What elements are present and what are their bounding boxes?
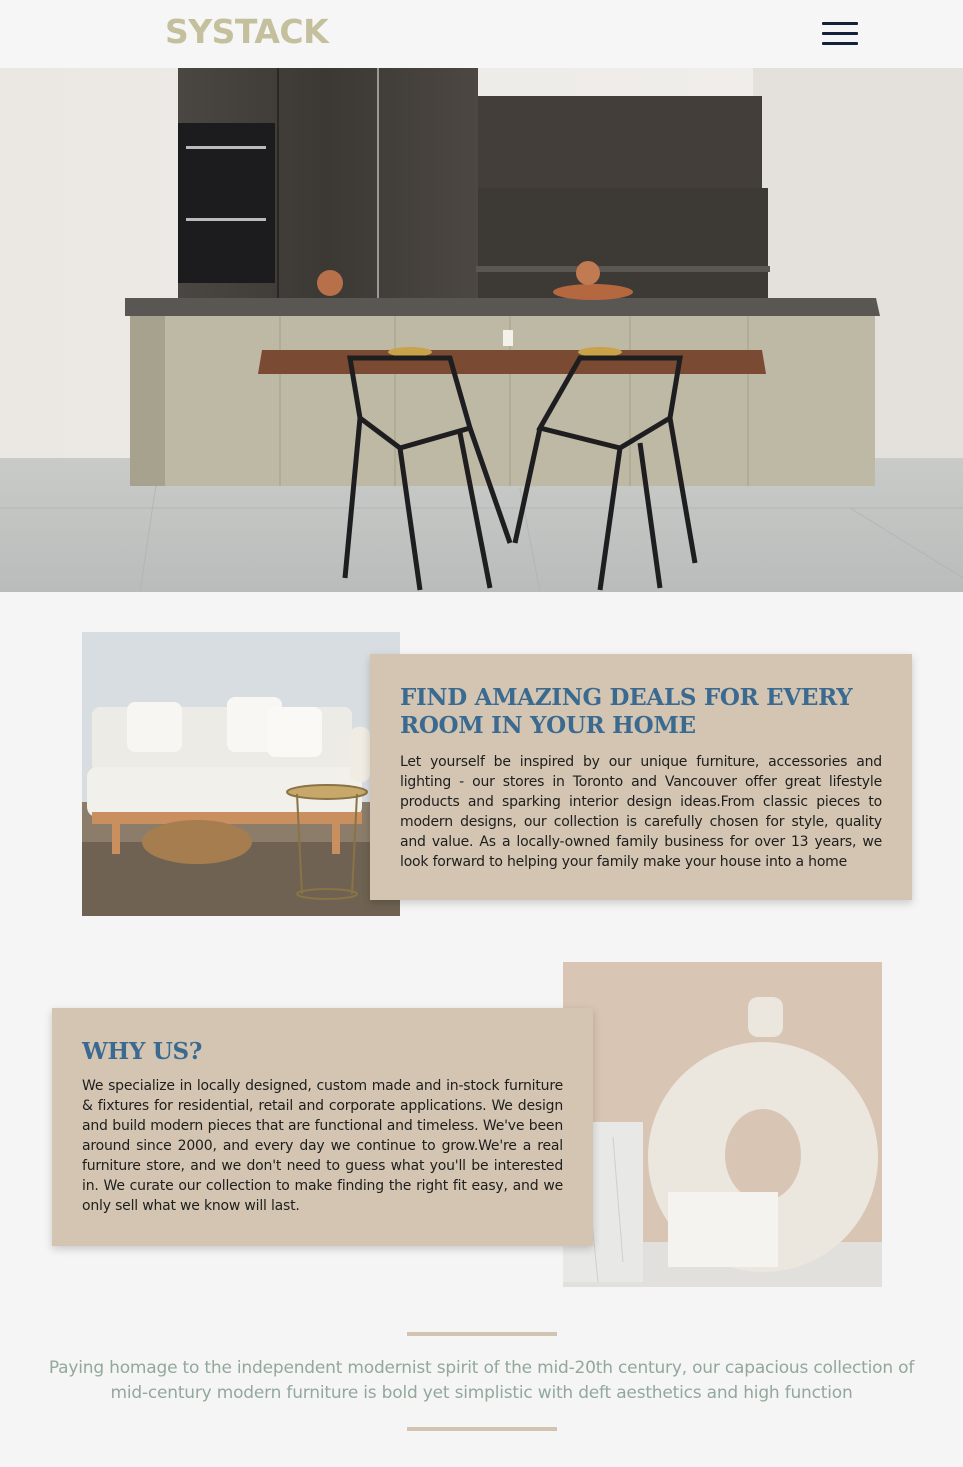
- divider-bottom: [407, 1427, 557, 1431]
- why-us-card: WHY US? We specialize in locally designe…: [52, 1008, 593, 1246]
- logo[interactable]: SYSTACK: [165, 12, 329, 52]
- deals-text: Let yourself be inspired by our unique f…: [400, 754, 882, 870]
- divider-top: [407, 1332, 557, 1336]
- hamburger-bar: [822, 42, 858, 45]
- site-header: SYSTACK: [0, 0, 963, 68]
- hamburger-bar: [822, 22, 858, 25]
- brand-quote: Paying homage to the independent moderni…: [48, 1358, 915, 1403]
- donut-vase-image: [563, 962, 882, 1287]
- deals-card: FIND AMAZING DEALS FOR EVERY ROOM IN YOU…: [370, 654, 912, 900]
- hamburger-menu-icon[interactable]: [822, 22, 858, 46]
- deals-title: FIND AMAZING DEALS FOR EVERY ROOM IN YOU…: [400, 684, 853, 739]
- why-us-title: WHY US?: [82, 1038, 203, 1065]
- why-us-text: We specialize in locally designed, custo…: [82, 1078, 563, 1214]
- sofa-living-room-image: [82, 632, 400, 916]
- hamburger-bar: [822, 32, 858, 35]
- hero-image: [0, 68, 963, 592]
